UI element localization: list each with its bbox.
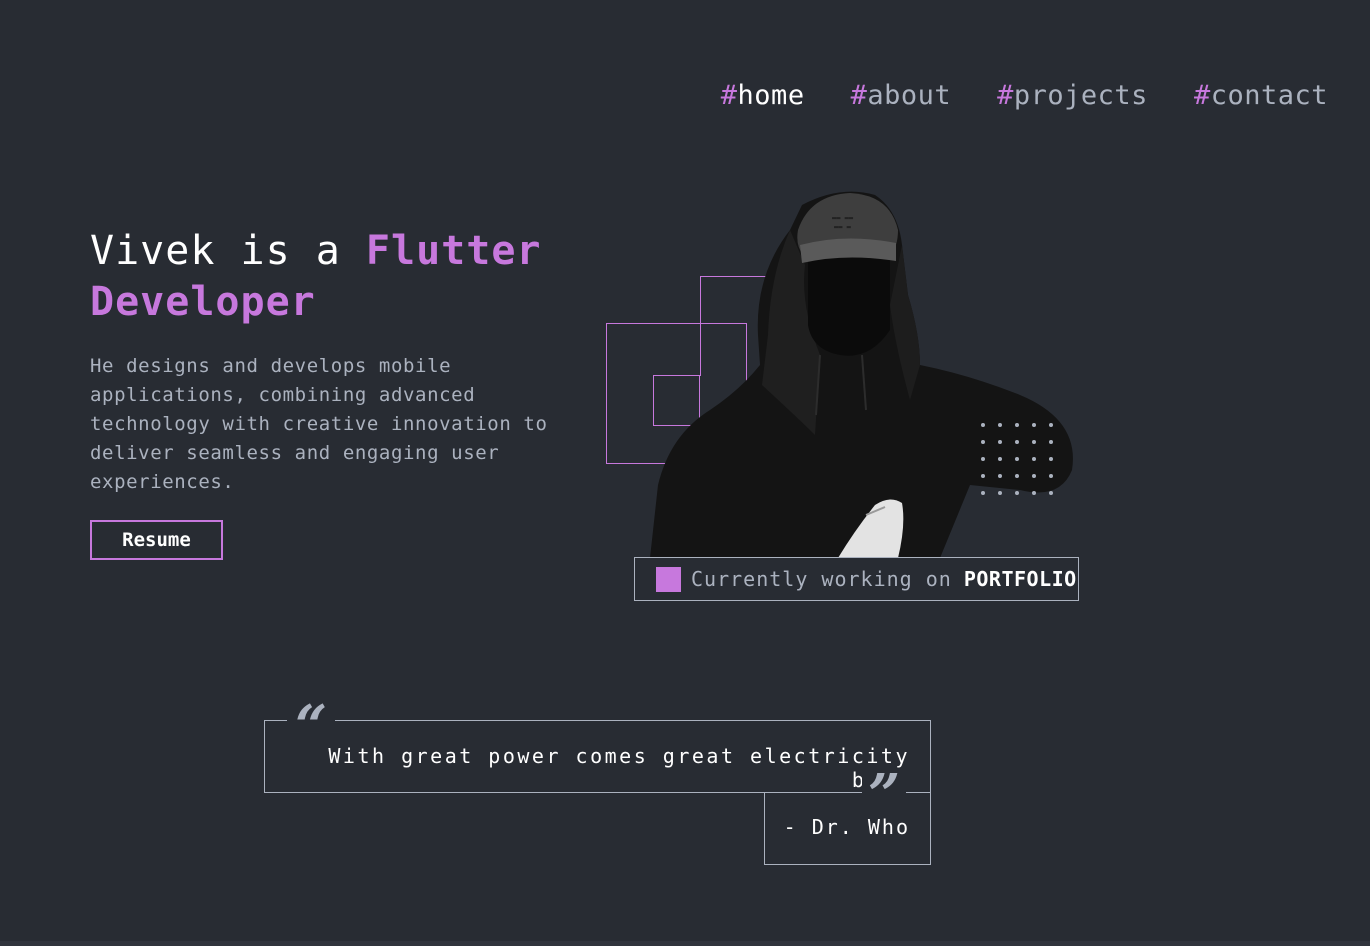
nav-hash: #: [997, 80, 1014, 111]
resume-button[interactable]: Resume: [90, 520, 223, 560]
nav-hash: #: [1193, 80, 1211, 111]
nav-label-about: about: [867, 80, 952, 111]
nav-link-home[interactable]: #home: [721, 80, 805, 111]
current-project-status: Currently working on PORTFOLIO: [634, 557, 1079, 601]
hero-title-plain: Vivek is a: [90, 228, 366, 274]
quote-box: “ With great power comes great electrici…: [264, 698, 931, 793]
nav-link-projects[interactable]: #projects: [997, 80, 1148, 111]
nav-label-contact: contact: [1210, 80, 1328, 111]
section-divider: [0, 941, 1370, 946]
svg-text:▬▬ ▬▬: ▬▬ ▬▬: [832, 214, 854, 222]
portfolio-page: #home #about #projects #contact Vivek is…: [0, 0, 1370, 946]
decor-dot-grid: [981, 423, 1053, 495]
status-project-name: PORTFOLIO: [963, 567, 1077, 591]
top-nav: #home #about #projects #contact: [721, 80, 1328, 111]
nav-link-contact[interactable]: #contact: [1194, 80, 1328, 111]
status-square-icon: [656, 566, 681, 592]
hero-description: He designs and develops mobile applicati…: [90, 355, 548, 493]
hero-portrait-image: ▬▬ ▬▬ ▬▬ ▬: [650, 191, 1073, 558]
hero-title-accent-developer: Developer: [90, 279, 316, 325]
nav-label-projects: projects: [1013, 80, 1148, 111]
nav-label-home: home: [737, 80, 805, 111]
nav-hash: #: [720, 80, 738, 111]
status-text: Currently working on: [691, 567, 952, 591]
svg-text:▬▬ ▬: ▬▬ ▬: [834, 223, 852, 231]
open-quote-icon: “: [287, 698, 336, 754]
quote-text: With great power comes great electricity…: [328, 744, 910, 792]
close-quote-icon: ”: [862, 767, 907, 823]
nav-hash: #: [850, 80, 868, 111]
hero-title: Vivek is a Flutter Developer: [90, 226, 570, 328]
hero-title-accent-role: Flutter: [365, 228, 542, 274]
nav-link-about[interactable]: #about: [851, 80, 952, 111]
